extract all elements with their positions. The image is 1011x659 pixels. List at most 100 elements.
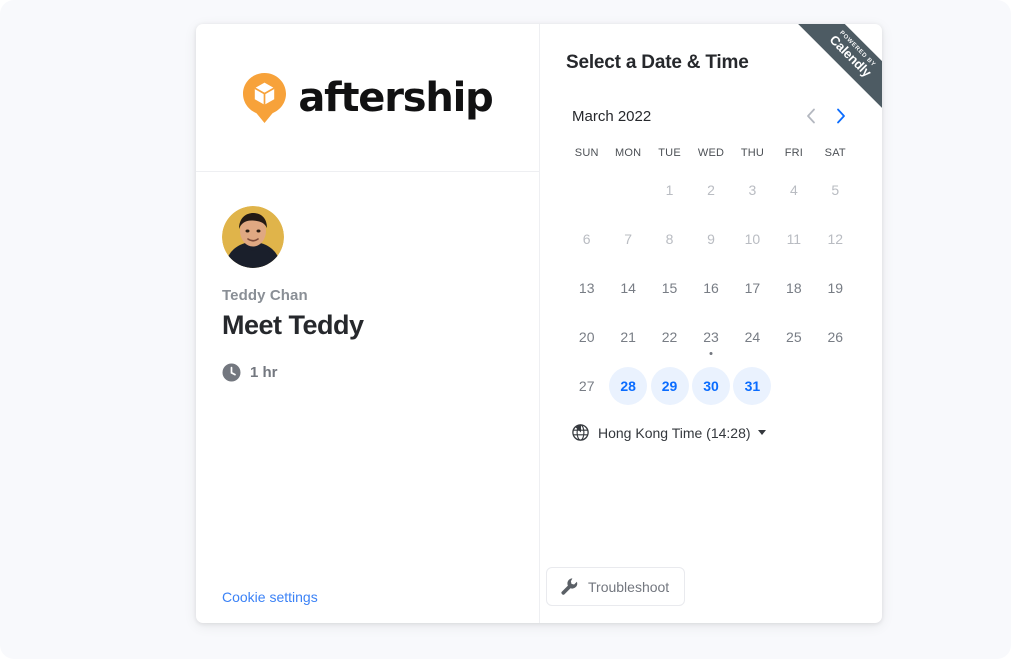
calendar-day-cell: 28 [607,363,648,408]
today-indicator-dot [709,352,713,355]
calendar-day-cell: 27 [566,363,607,408]
host-name: Teddy Chan [222,287,308,304]
calendar-day-cell: 17 [732,265,773,310]
calendar-day-9: 9 [692,220,730,258]
booking-card: aftership Teddy Chan Meet Teddy 1 hr Coo… [196,24,882,623]
page-title: Select a Date & Time [566,52,749,73]
next-month-button[interactable] [826,103,856,129]
calendar-day-28[interactable]: 28 [609,366,648,405]
troubleshoot-label: Troubleshoot [588,578,670,595]
calendar-day-15: 15 [651,269,689,307]
calendar-day-21: 21 [609,318,647,356]
calendar-day-cell: 9 [690,216,731,261]
calendar-day-17: 17 [733,269,771,307]
calendar-day-12: 12 [816,220,854,258]
calendar-day-cell: 8 [649,216,690,261]
calendar-day-18: 18 [775,269,813,307]
calendar-day-cell: 25 [773,314,814,359]
calendar-day-cell: 4 [773,167,814,212]
calendar-day-cell: 30 [690,363,731,408]
calendar-day-cell: 13 [566,265,607,310]
calendar-day-cell [773,363,814,408]
calendar-day-13: 13 [568,269,606,307]
calendar-weekday-wed: WED [697,147,725,159]
event-duration: 1 hr [222,363,513,382]
calendar-day-27: 27 [568,367,606,405]
calendar: SUN MON TUE WED THU FRI SAT 1 2 3 4 5 6 7 8 9 10 11 12 13 1… [566,147,856,408]
calendar-day-14: 14 [609,269,647,307]
timezone-label: Hong Kong Time (14:28) [598,424,751,441]
calendar-day-24: 24 [733,318,771,356]
calendar-day-cell: 16 [690,265,731,310]
page-background: aftership Teddy Chan Meet Teddy 1 hr Coo… [0,0,1011,659]
calendar-day-6: 6 [568,220,606,258]
calendar-day-cell: 24 [732,314,773,359]
calendar-week-row: 12345 [566,167,856,212]
calendar-day-cell: 26 [815,314,856,359]
calendar-weekday-row: SUN MON TUE WED THU FRI SAT [566,147,856,163]
calendar-day-10: 10 [733,220,771,258]
calendar-day-22: 22 [651,318,689,356]
calendar-day-30[interactable]: 30 [691,366,730,405]
calendar-day-cell [566,167,607,212]
calendar-day-cell: 15 [649,265,690,310]
brand-header: aftership [196,24,539,172]
calendar-week-row: 13 14 15 16 17 18 19 [566,265,856,310]
calendar-day-16: 16 [692,269,730,307]
calendar-weekday-sat: SAT [824,147,846,159]
calendar-day-cell: 6 [566,216,607,261]
calendar-week-row: 20 21 22 23 24 25 26 [566,314,856,359]
calendar-day-cell: 14 [607,265,648,310]
calendar-day-1: 1 [651,171,689,209]
event-title: Meet Teddy [222,310,364,340]
calendar-day-cell: 7 [607,216,648,261]
calendar-day-cell: 19 [815,265,856,310]
calendar-day-cell: 1 [649,167,690,212]
previous-month-button[interactable] [796,103,826,129]
calendar-day-cell: 12 [815,216,856,261]
calendar-day-cell: 21 [607,314,648,359]
calendar-day-25: 25 [775,318,813,356]
calendar-day-4: 4 [775,171,813,209]
chevron-right-icon [837,108,845,124]
calendar-day-cell [815,363,856,408]
calendar-day-cell [607,167,648,212]
calendar-week-row: 27 28 29 30 31 [566,363,856,408]
calendar-day-3: 3 [733,171,771,209]
event-details-panel: aftership Teddy Chan Meet Teddy 1 hr Coo… [196,24,540,623]
calendar-day-2: 2 [692,171,730,209]
calendar-month-label: March 2022 [572,107,652,125]
calendar-weekday-tue: TUE [658,147,681,159]
calendar-weeks: 1 2 3 4 5 6 7 8 9 10 11 12 13 14 15 16 17 18 19 20 21 22 23 24 2… [566,167,856,408]
wrench-icon [561,578,578,595]
calendar-day-cell: 23 [690,314,731,359]
calendar-day-cell: 31 [732,363,773,408]
calendar-day-5: 5 [816,171,854,209]
calendar-day-cell: 22 [649,314,690,359]
chevron-down-icon [757,430,766,435]
calendar-week-row: 6 7 8 9 10 11 12 [566,216,856,261]
calendar-day-31[interactable]: 31 [733,366,772,405]
aftership-logo: aftership [242,72,494,124]
event-info: Teddy Chan Meet Teddy 1 hr [196,172,539,623]
aftership-pin-box-logo-icon [243,72,287,123]
calendar-day-8: 8 [651,220,689,258]
calendar-weekday-mon: MON [615,147,642,159]
date-time-picker-panel: POWERED BY Calendly Select a Date & Time… [540,24,882,623]
aftership-wordmark: aftership [298,74,493,121]
calendar-day-cell: 29 [649,363,690,408]
calendar-day-26: 26 [816,318,854,356]
avatar [222,206,284,268]
cookie-settings-link[interactable]: Cookie settings [222,589,318,605]
calendar-day-cell: 2 [690,167,731,212]
calendar-day-cell: 11 [773,216,814,261]
calendar-day-cell: 10 [732,216,773,261]
troubleshoot-button[interactable]: Troubleshoot [546,567,686,606]
calendar-weekday-thu: THU [740,147,765,159]
calendar-day-cell: 20 [566,314,607,359]
timezone-selector[interactable]: Hong Kong Time (14:28) [566,424,766,441]
calendar-month-header: March 2022 [566,103,856,129]
calendar-day-23: 23 [692,318,730,356]
calendar-weekday-fri: FRI [784,147,804,159]
calendar-day-29[interactable]: 29 [650,366,689,405]
